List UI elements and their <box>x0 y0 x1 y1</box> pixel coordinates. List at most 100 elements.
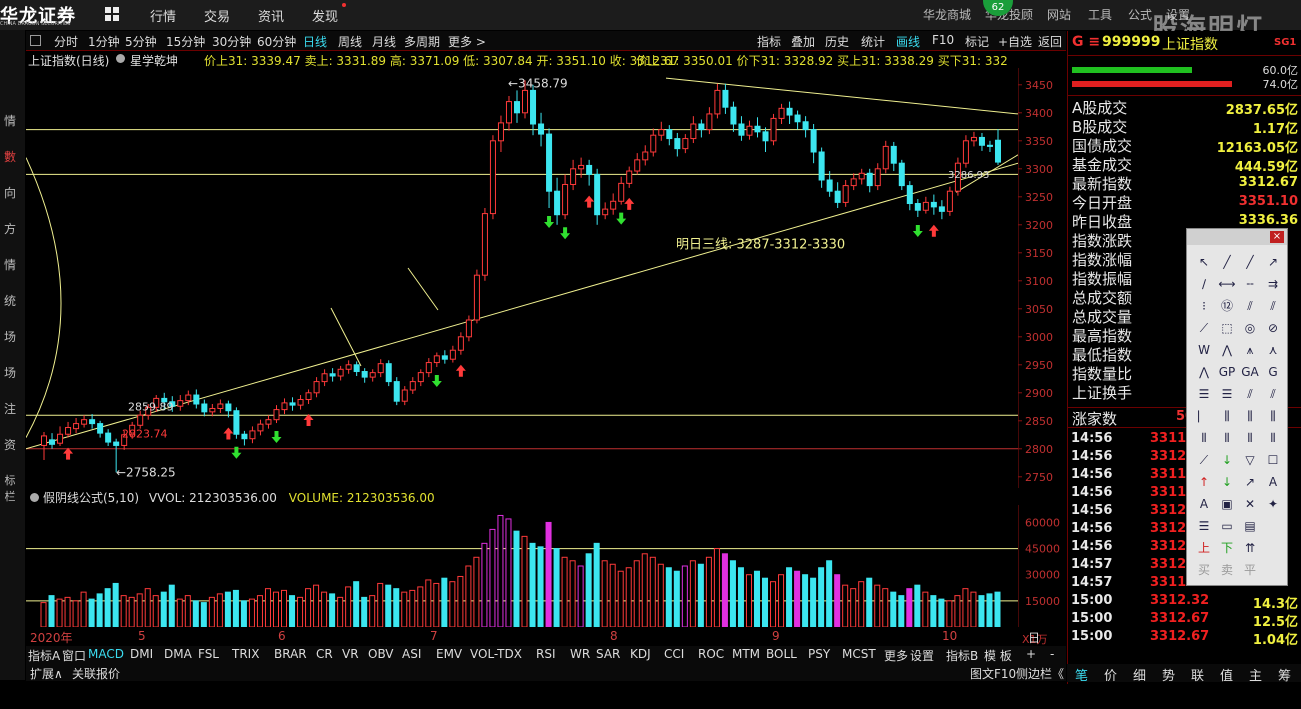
period-tab[interactable]: 1分钟 <box>88 33 120 50</box>
tab-f10[interactable]: 图文F10 <box>970 665 1016 682</box>
tool-add-watch[interactable]: +自选 <box>998 33 1032 50</box>
tool-indicator[interactable]: 指标 <box>757 33 781 50</box>
period-icon[interactable]: ⎸ <box>1195 407 1213 425</box>
nav-trade[interactable]: 交易 <box>204 6 230 25</box>
indicator-tab[interactable]: RSI <box>536 647 556 661</box>
g-icon[interactable]: G <box>1264 363 1282 381</box>
right-panel-tab[interactable]: 笔 <box>1075 665 1088 684</box>
trend-icon[interactable]: ⟋ <box>1195 319 1213 337</box>
indicator-name[interactable]: 星学乾坤 <box>130 52 178 68</box>
tool-back[interactable]: 返回 <box>1038 33 1062 50</box>
triangle-icon[interactable]: ▽ <box>1241 451 1259 469</box>
period-icon[interactable]: ⫼ <box>1264 407 1282 425</box>
nav-news[interactable]: 资讯 <box>258 6 284 25</box>
indicator-tab[interactable]: 更多 <box>884 647 908 664</box>
ruler-icon[interactable]: ▭ <box>1218 517 1236 535</box>
toolbox-trade-button[interactable]: 卖 <box>1218 561 1236 579</box>
indicator-tab[interactable]: 设置 <box>910 647 934 664</box>
empty-icon[interactable] <box>1264 517 1282 535</box>
right-panel-tab[interactable]: 筹 <box>1278 665 1291 684</box>
parallel-icon[interactable]: ⇉ <box>1264 275 1282 293</box>
indicator-tab[interactable]: TRIX <box>232 647 259 661</box>
indicator-tab[interactable]: MTM <box>732 647 760 661</box>
down-icon[interactable]: ↓ <box>1218 451 1236 469</box>
nav-quotes[interactable]: 行情 <box>150 6 176 25</box>
count-icon[interactable]: ⑫ <box>1218 297 1236 315</box>
indicator-tab[interactable]: MACD <box>88 647 124 661</box>
ray-icon[interactable]: ↗ <box>1264 253 1282 271</box>
flat-mark-icon[interactable]: ⇈ <box>1241 539 1259 557</box>
indicator-tab[interactable]: WR <box>570 647 590 661</box>
sidebar-item[interactable]: 情 <box>0 256 20 273</box>
right-panel-tab[interactable]: 主 <box>1249 665 1262 684</box>
sidebar-item[interactable]: 场 <box>0 364 20 381</box>
link-mall[interactable]: 华龙商城 <box>923 6 971 23</box>
right-panel-tab[interactable]: 价 <box>1104 665 1117 684</box>
tool-f10[interactable]: F10 <box>932 33 954 47</box>
grid-menu-icon[interactable] <box>105 7 119 21</box>
period-icon[interactable]: ⫼ <box>1218 407 1236 425</box>
tab-sidebar[interactable]: 侧边栏《 <box>1016 665 1064 682</box>
up-mark-icon[interactable]: 上 <box>1195 539 1213 557</box>
period-tab[interactable]: 5分钟 <box>125 33 157 50</box>
tool-history[interactable]: 历史 <box>825 33 849 50</box>
select-icon[interactable]: ↖ <box>1195 253 1213 271</box>
right-panel-tab[interactable]: 势 <box>1162 665 1175 684</box>
indicator-tab[interactable]: CCI <box>664 647 684 661</box>
period-tab[interactable]: 多周期 <box>404 33 440 50</box>
indicator-tab-right[interactable]: - <box>1050 647 1054 661</box>
peak-icon[interactable]: ⋀ <box>1195 363 1213 381</box>
sidebar-item[interactable]: 向 <box>0 184 20 201</box>
wave-icon[interactable]: ⩚ <box>1241 341 1259 359</box>
sidebar-item[interactable]: 注 <box>0 400 20 417</box>
indicator-tab[interactable]: BRAR <box>274 647 307 661</box>
sidebar-item[interactable]: 數 <box>0 148 20 165</box>
grid-icon[interactable]: ☰ <box>1195 385 1213 403</box>
channel-icon[interactable]: ⫽ <box>1264 297 1282 315</box>
down-mark-icon[interactable]: 下 <box>1218 539 1236 557</box>
angle-icon[interactable]: ⟋ <box>1195 451 1213 469</box>
indicator-tab[interactable]: FSL <box>198 647 219 661</box>
indicator-tab[interactable]: VR <box>342 647 359 661</box>
sidebar-item[interactable]: 情 <box>0 112 20 129</box>
sidebar-item[interactable]: 方 <box>0 220 20 237</box>
candlestick-chart[interactable]: ←3458.79 ←2758.25 2859.89 2823.74 3286.93 明日三… <box>26 68 1018 488</box>
grid-icon[interactable]: ☰ <box>1218 385 1236 403</box>
indicator-tab[interactable]: ROC <box>698 647 724 661</box>
text-icon[interactable]: A <box>1195 495 1213 513</box>
period-tab[interactable]: 60分钟 <box>257 33 296 50</box>
link-formula[interactable]: 公式 <box>1128 6 1152 23</box>
line-icon[interactable]: ╱ <box>1218 253 1236 271</box>
sidebar-item[interactable]: 资 <box>0 436 20 453</box>
toolbox-trade-button[interactable]: 平 <box>1241 561 1259 579</box>
circle-icon[interactable]: ◎ <box>1241 319 1259 337</box>
tab-expand[interactable]: 扩展∧ <box>30 665 63 682</box>
volume-chart[interactable] <box>26 505 1018 627</box>
dash-line-icon[interactable]: ╌ <box>1241 275 1259 293</box>
dots-icon[interactable]: ⁝ <box>1195 297 1213 315</box>
rect-icon[interactable]: ⬚ <box>1218 319 1236 337</box>
box-icon[interactable]: ☐ <box>1264 451 1282 469</box>
right-panel-tab[interactable]: 细 <box>1133 665 1146 684</box>
block-icon[interactable]: ▣ <box>1218 495 1236 513</box>
line-icon[interactable]: ╱ <box>1241 253 1259 271</box>
tab-related-quotes[interactable]: 关联报价 <box>72 665 120 682</box>
sidebar-item[interactable]: 场 <box>0 328 20 345</box>
toolbox-trade-button[interactable]: 买 <box>1195 561 1213 579</box>
empty-icon[interactable] <box>1264 539 1282 557</box>
right-panel-tab[interactable]: 联 <box>1191 665 1204 684</box>
fan-icon[interactable]: ⫽ <box>1241 385 1259 403</box>
channel-icon[interactable]: ⫽ <box>1241 297 1259 315</box>
drawing-toolbox[interactable]: × ↖ ╱ ╱ ↗ ∕ ⟷ ╌ ⇉ ⁝ ⑫ ⫽ ⫽ ⟋ ⬚ ◎ ⊘ W ⋀ ⩚ ⋏ ⋀ GP GA G ☰ ☰ ⫽ ⫽ ⎸ ⫼ ⫼ ⫼ ⦀ ⦀ ⦀ ⦀… <box>1186 228 1288 586</box>
period-tab[interactable]: 15分钟 <box>166 33 205 50</box>
bars-icon[interactable]: ⦀ <box>1218 429 1236 447</box>
arrow-line-icon[interactable]: ⟷ <box>1218 275 1236 293</box>
indicator-tab-right[interactable]: 指标B <box>946 647 978 664</box>
sidebar-item[interactable]: 标栏 <box>0 472 20 504</box>
down-arrow-icon[interactable]: ↓ <box>1218 473 1236 491</box>
period-tab[interactable]: 月线 <box>372 33 396 50</box>
toggle-icon[interactable] <box>30 35 41 46</box>
indicator-tab[interactable]: DMA <box>164 647 192 661</box>
ga-icon[interactable]: GA <box>1241 363 1259 381</box>
indicator-tab[interactable]: EMV <box>436 647 462 661</box>
